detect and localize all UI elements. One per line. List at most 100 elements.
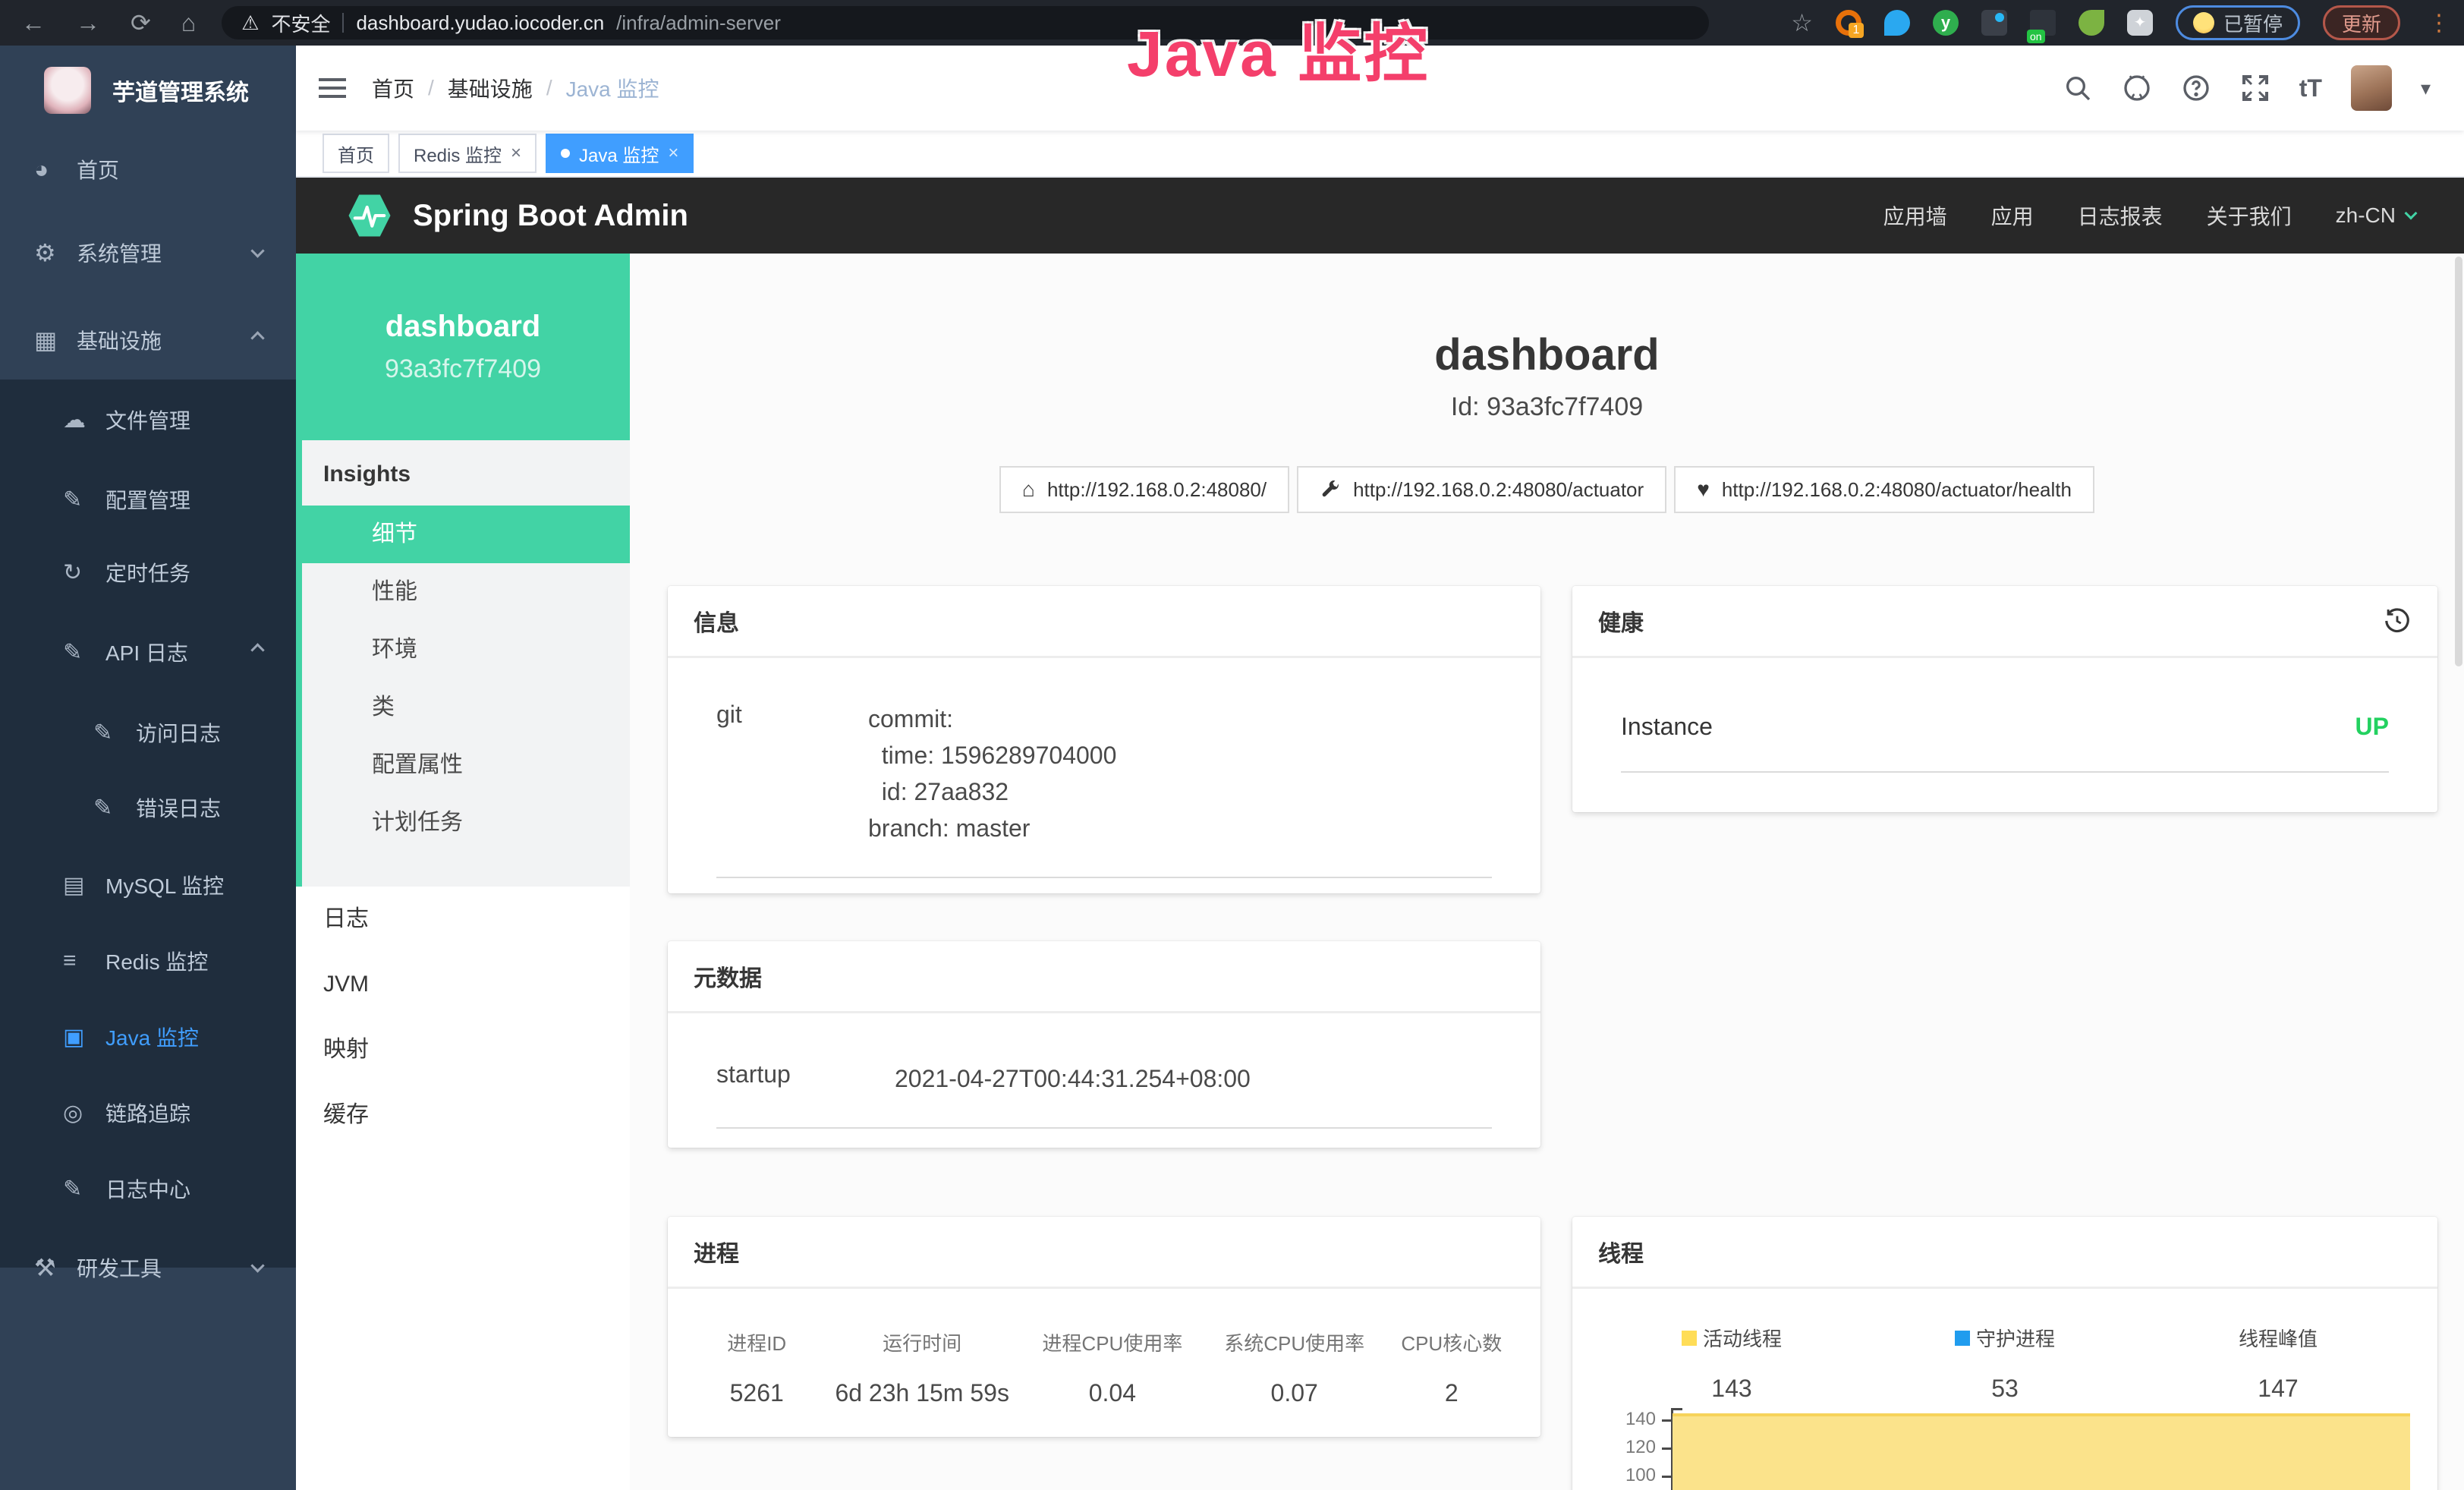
sidebar-item-tracing[interactable]: ◎ 链路追踪 [0,1092,296,1134]
edit-icon: ✎ [63,487,96,513]
forward-icon[interactable]: → [76,0,100,46]
extension-grid-icon[interactable] [1981,10,2007,36]
close-icon[interactable]: × [511,143,521,164]
back-icon[interactable]: ← [21,0,46,46]
sba-nav-journal[interactable]: 日志报表 [2078,200,2163,231]
metadata-key: startup [716,1060,895,1097]
sba-menu-mappings[interactable]: 映射 [296,1017,630,1082]
process-col-value: 0.07 [1204,1379,1386,1407]
sidebar-item-redis-monitor[interactable]: ≡ Redis 监控 [0,940,296,982]
sba-instance-header[interactable]: dashboard 93a3fc7f7409 [296,254,630,440]
instance-name: dashboard [385,310,540,344]
sba-nav-applications[interactable]: 应用 [1991,200,2034,231]
sba-menu-metrics[interactable]: 性能 [302,563,630,621]
sidebar-item-label: 配置管理 [105,484,190,515]
close-icon[interactable]: × [668,143,678,164]
sba-menu-environment[interactable]: 环境 [302,621,630,679]
health-url: http://192.168.0.2:48080/actuator/health [1722,478,2072,502]
infrastructure-icon: ▦ [34,326,68,354]
sba-brand[interactable]: Spring Boot Admin [345,191,688,241]
fullscreen-icon[interactable] [2240,73,2270,103]
chevron-up-icon [253,333,263,347]
address-bar[interactable]: ⚠ 不安全 dashboard.yudao.iocoder.cn/infra/a… [222,6,1709,39]
avatar[interactable] [2351,65,2392,111]
sba-menu-classes[interactable]: 类 [302,679,630,736]
extensions-puzzle-icon[interactable]: ✦ [2127,10,2153,36]
sba-locale-select[interactable]: zh-CN [2336,203,2415,228]
tab-java-monitor[interactable]: Java 监控 × [546,134,694,173]
health-url-chip[interactable]: ♥ http://192.168.0.2:48080/actuator/heal… [1674,466,2094,513]
github-icon[interactable] [2122,73,2152,103]
help-icon[interactable] [2181,73,2211,103]
sidebar-item-java-monitor[interactable]: ▣ Java 监控 [0,1016,296,1058]
profile-paused-pill[interactable]: 已暂停 [2176,5,2300,40]
sidebar-item-config-manage[interactable]: ✎ 配置管理 [0,478,296,521]
sidebar-item-label: Java 监控 [105,1022,199,1052]
sidebar-item-api-log[interactable]: ✎ API 日志 [0,631,296,673]
actuator-url-chip[interactable]: http://192.168.0.2:48080/actuator [1297,466,1666,513]
bookmark-star-icon[interactable]: ☆ [1791,8,1813,37]
browser-home-icon[interactable]: ⌂ [181,0,196,46]
extension-leaf-icon[interactable] [2079,10,2104,36]
legend-value: 143 [1595,1375,1868,1403]
metadata-card-title: 元数据 [694,959,762,993]
extension-y-icon[interactable]: y [1933,10,1959,36]
app-logo-row[interactable]: 芋道管理系统 [0,67,296,114]
sidebar-item-scheduled-jobs[interactable]: ↻ 定时任务 [0,551,296,594]
tab-redis-monitor[interactable]: Redis 监控 × [398,134,537,173]
sba-menu-config-props[interactable]: 配置属性 [302,736,630,794]
chrome-update-button[interactable]: 更新 [2323,5,2400,40]
git-line: id: 27aa832 [868,773,1116,810]
process-col-header: 进程CPU使用率 [1021,1328,1204,1356]
service-url-chip[interactable]: ⌂ http://192.168.0.2:48080/ [999,466,1289,513]
process-col-value: 2 [1386,1379,1518,1407]
scrollbar[interactable] [2455,257,2462,666]
sidebar-item-access-log[interactable]: ✎ 访问日志 [0,711,296,754]
breadcrumb-home[interactable]: 首页 [372,73,414,103]
sba-menu-scheduled-tasks[interactable]: 计划任务 [302,794,630,852]
sidebar-item-label: 基础设施 [77,325,162,355]
breadcrumb-infra[interactable]: 基础设施 [448,73,533,103]
history-icon[interactable] [2383,606,2412,635]
sidebar-item-label: 定时任务 [105,557,190,587]
browser-menu-icon[interactable]: ⋮ [2428,10,2450,36]
info-card-title: 信息 [694,604,739,638]
dashboard-icon: ◕ [34,156,68,184]
sidebar-item-label: 文件管理 [105,405,190,435]
avatar-caret-icon[interactable]: ▾ [2421,77,2431,100]
git-line: time: 1596289704000 [868,737,1116,773]
font-size-icon[interactable]: tT [2299,74,2322,102]
sba-nav-about[interactable]: 关于我们 [2207,200,2292,231]
sba-menu-logging[interactable]: 日志 [296,887,630,952]
sidebar-item-error-log[interactable]: ✎ 错误日志 [0,786,296,829]
extension-pin-icon[interactable] [1884,10,1910,36]
breadcrumb-separator: / [546,76,552,100]
sidebar-item-system[interactable]: ⚙ 系统管理 [0,232,296,274]
process-card-title: 进程 [694,1235,739,1268]
heart-icon: ♥ [1697,477,1710,502]
sidebar-fold-icon[interactable] [319,78,346,98]
chevron-down-icon [253,246,263,260]
sba-nav-wallboard[interactable]: 应用墙 [1883,200,1947,231]
sidebar-item-home[interactable]: ◕ 首页 [0,148,296,191]
sidebar-item-mysql-monitor[interactable]: ▤ MySQL 监控 [0,864,296,906]
process-col-header: 运行时间 [823,1328,1021,1356]
reload-icon[interactable]: ⟳ [131,0,151,46]
status-badge: UP [2355,713,2389,741]
home-icon: ⌂ [1022,477,1035,502]
infra-submenu: ☁ 文件管理 ✎ 配置管理 ↻ 定时任务 ✎ API 日志 ✎ 访问日志 ✎ 错… [0,380,296,1268]
sba-menu-details[interactable]: 细节 [296,506,630,563]
tab-home[interactable]: 首页 [323,134,389,173]
legend-label: 守护进程 [1976,1324,2055,1352]
sba-menu-caches[interactable]: 缓存 [296,1082,630,1148]
search-icon[interactable] [2063,73,2093,103]
app-sidebar: 芋道管理系统 ◕ 首页 ⚙ 系统管理 ▦ 基础设施 ☁ 文件管理 ✎ 配置管理 … [0,46,296,1490]
extension-switch-icon[interactable]: on [2030,10,2056,36]
sidebar-item-label: MySQL 监控 [105,870,224,900]
extension-orange-icon[interactable]: 1 [1836,10,1861,36]
sidebar-item-dev-tools[interactable]: ⚒ 研发工具 [0,1246,296,1289]
sidebar-item-file-manage[interactable]: ☁ 文件管理 [0,398,296,441]
sidebar-item-infra[interactable]: ▦ 基础设施 [0,319,296,361]
sidebar-item-log-center[interactable]: ✎ 日志中心 [0,1167,296,1210]
sba-menu-jvm[interactable]: JVM [296,952,630,1017]
